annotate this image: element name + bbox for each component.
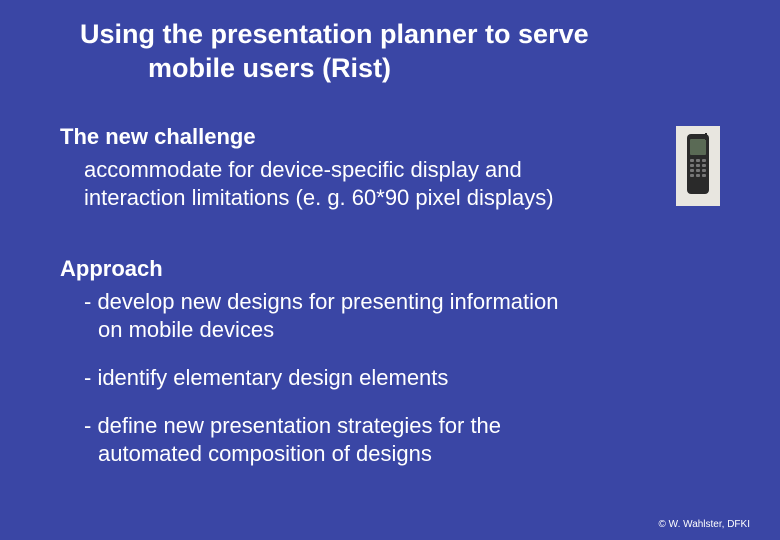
challenge-body-line-2: interaction limitations (e. g. 60*90 pix… bbox=[84, 184, 580, 212]
approach-body: - develop new designs for presenting inf… bbox=[60, 288, 720, 469]
approach-section: Approach - develop new designs for prese… bbox=[60, 256, 720, 469]
footer-credit: © W. Wahlster, DFKI bbox=[659, 519, 750, 530]
slide: Using the presentation planner to serve … bbox=[0, 0, 780, 540]
approach-bullet-2: - identify elementary design elements bbox=[84, 364, 720, 392]
challenge-text: The new challenge accommodate for device… bbox=[60, 124, 666, 212]
title-line-2: mobile users (Rist) bbox=[80, 52, 720, 86]
challenge-section: The new challenge accommodate for device… bbox=[60, 124, 720, 212]
mobile-phone-icon bbox=[676, 126, 720, 206]
approach-bullet-3: - define new presentation strategies for… bbox=[84, 412, 720, 468]
title-line-1: Using the presentation planner to serve bbox=[80, 18, 720, 52]
slide-title: Using the presentation planner to serve … bbox=[80, 18, 720, 86]
challenge-body-line-1: accommodate for device-specific display … bbox=[84, 156, 580, 184]
approach-heading: Approach bbox=[60, 256, 720, 282]
bullet-line: - define new presentation strategies for… bbox=[84, 413, 501, 438]
bullet-line: - identify elementary design elements bbox=[84, 365, 448, 390]
bullet-line-cont: automated composition of designs bbox=[84, 440, 720, 468]
bullet-line: - develop new designs for presenting inf… bbox=[84, 289, 559, 314]
bullet-line-cont: on mobile devices bbox=[84, 316, 720, 344]
approach-bullet-1: - develop new designs for presenting inf… bbox=[84, 288, 720, 344]
challenge-heading: The new challenge bbox=[60, 124, 666, 150]
challenge-body: accommodate for device-specific display … bbox=[60, 156, 580, 212]
